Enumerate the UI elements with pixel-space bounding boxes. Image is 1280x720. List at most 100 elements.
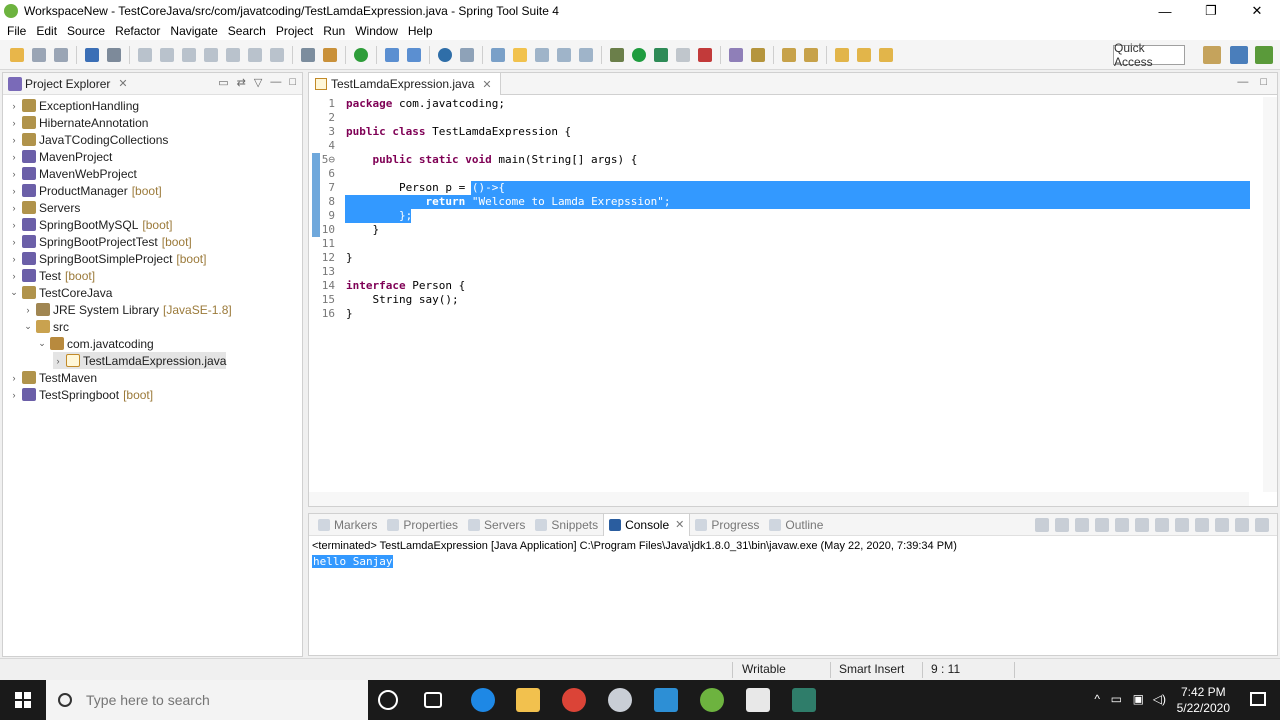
step-return-icon[interactable] xyxy=(270,47,284,62)
menu-window[interactable]: Window xyxy=(350,24,403,38)
tree-item-servers[interactable]: › Servers xyxy=(9,199,81,216)
tree-item-testlamdaexpression-java[interactable]: › TestLamdaExpression.java xyxy=(53,352,227,369)
tree-item-test[interactable]: › Test [boot] xyxy=(9,267,96,284)
open-perspective-icon[interactable] xyxy=(729,47,743,62)
tree-item-testmaven[interactable]: › TestMaven xyxy=(9,369,98,386)
show-console-on-output-icon[interactable] xyxy=(1155,518,1169,532)
tree-item-productmanager[interactable]: › ProductManager [boot] xyxy=(9,182,162,199)
open-web-browser-icon[interactable] xyxy=(438,47,452,62)
display-selected-console-icon[interactable] xyxy=(1195,518,1209,532)
tree-item-springbootprojecttest[interactable]: › SpringBootProjectTest [boot] xyxy=(9,233,192,250)
toggle-mark-occurrences-icon[interactable] xyxy=(491,47,505,62)
tab-snippets[interactable]: Snippets xyxy=(530,518,603,532)
editor-horizontal-scrollbar[interactable] xyxy=(309,492,1249,506)
tree-item-package[interactable]: ⌄ com.javatcoding xyxy=(37,335,154,352)
minimize-panel-icon[interactable] xyxy=(1235,518,1249,532)
edge-browser-icon[interactable] xyxy=(471,688,495,712)
last-edit-location-icon[interactable] xyxy=(835,47,849,62)
menu-edit[interactable]: Edit xyxy=(31,24,62,38)
menu-navigate[interactable]: Navigate xyxy=(165,24,222,38)
spring-tool-suite-taskbar-icon[interactable] xyxy=(700,688,724,712)
start-button[interactable] xyxy=(0,680,46,720)
open-console-icon[interactable] xyxy=(1215,518,1229,532)
save-all-icon[interactable] xyxy=(54,47,68,62)
word-wrap-icon[interactable] xyxy=(1135,518,1149,532)
toggle-word-wrap-icon[interactable] xyxy=(557,47,571,62)
notifications-icon[interactable] xyxy=(1250,692,1266,706)
editor-vertical-scrollbar[interactable] xyxy=(1263,97,1277,492)
toggle-highlight-icon[interactable] xyxy=(513,47,527,62)
pin-console-icon[interactable] xyxy=(1175,518,1189,532)
terminate-console-icon[interactable] xyxy=(1055,518,1069,532)
tab-console[interactable]: Console ✕ xyxy=(603,513,691,536)
volume-icon[interactable]: ◁) xyxy=(1153,692,1166,706)
menu-source[interactable]: Source xyxy=(62,24,110,38)
tree-item-springbootmysql[interactable]: › SpringBootMySQL [boot] xyxy=(9,216,173,233)
skip-breakpoints-icon[interactable] xyxy=(107,47,121,62)
toggle-block-selection-icon[interactable] xyxy=(535,47,549,62)
terminate-icon[interactable] xyxy=(182,47,196,62)
project-explorer-title[interactable]: Project Explorer xyxy=(25,77,110,91)
resume-icon[interactable] xyxy=(138,47,152,62)
maximize-panel-icon[interactable] xyxy=(1255,518,1269,532)
tab-markers[interactable]: Markers xyxy=(313,518,382,532)
tree-item-exceptionhandling[interactable]: › ExceptionHandling xyxy=(9,97,140,114)
open-perspective-button-icon[interactable] xyxy=(1203,46,1221,64)
scroll-lock-icon[interactable] xyxy=(1115,518,1129,532)
menu-help[interactable]: Help xyxy=(403,24,438,38)
tree-item-jre-system-library[interactable]: › JRE System Library [JavaSE-1.8] xyxy=(23,301,232,318)
new-java-project-icon[interactable] xyxy=(385,47,399,62)
show-hidden-icons-icon[interactable]: ^ xyxy=(1094,692,1100,706)
save-icon[interactable] xyxy=(32,47,46,62)
format-icon[interactable] xyxy=(301,47,315,62)
maximize-view-icon[interactable]: □ xyxy=(289,76,296,89)
previous-annotation-icon[interactable] xyxy=(804,47,818,62)
clear-console-icon[interactable] xyxy=(1095,518,1109,532)
menu-refactor[interactable]: Refactor xyxy=(110,24,165,38)
tab-servers[interactable]: Servers xyxy=(463,518,530,532)
close-window-button[interactable]: ✕ xyxy=(1234,0,1280,22)
stop-icon[interactable] xyxy=(698,47,712,62)
network-icon[interactable]: ▣ xyxy=(1133,692,1144,706)
remote-desktop-icon[interactable] xyxy=(654,688,678,712)
coverage-icon[interactable] xyxy=(654,47,668,62)
chrome-icon[interactable] xyxy=(562,688,586,712)
menu-file[interactable]: File xyxy=(2,24,31,38)
link-with-editor-icon[interactable]: ⇄ xyxy=(237,76,246,89)
step-into-icon[interactable] xyxy=(226,47,240,62)
cortana-icon[interactable] xyxy=(378,690,398,710)
build-icon[interactable] xyxy=(323,47,337,62)
tree-item-src[interactable]: ⌄ src xyxy=(23,318,69,335)
terminal-icon[interactable] xyxy=(85,47,99,62)
tree-item-testspringboot[interactable]: › TestSpringboot [boot] xyxy=(9,386,154,403)
tree-item-hibernateannotation[interactable]: › HibernateAnnotation xyxy=(9,114,149,131)
remove-all-terminated-icon[interactable] xyxy=(1075,518,1089,532)
taskbar-search-input[interactable] xyxy=(86,692,346,708)
open-type-icon[interactable] xyxy=(460,47,474,62)
settings-gear-icon[interactable] xyxy=(608,688,632,712)
remove-launch-icon[interactable] xyxy=(1035,518,1049,532)
minimize-view-icon[interactable]: — xyxy=(270,76,281,89)
show-whitespace-icon[interactable] xyxy=(579,47,593,62)
close-console-icon[interactable]: ✕ xyxy=(675,518,684,531)
java-ee-perspective-icon[interactable] xyxy=(1230,46,1248,64)
suspend-icon[interactable] xyxy=(160,47,174,62)
menu-project[interactable]: Project xyxy=(271,24,318,38)
media-app-icon[interactable] xyxy=(792,688,816,712)
collapse-all-icon[interactable]: ▭ xyxy=(218,76,228,89)
file-explorer-icon[interactable] xyxy=(516,688,540,712)
maximize-editor-icon[interactable]: □ xyxy=(1260,76,1267,88)
tree-item-mavenproject[interactable]: › MavenProject xyxy=(9,148,113,165)
notepad-icon[interactable] xyxy=(746,688,770,712)
step-over-icon[interactable] xyxy=(248,47,262,62)
tab-progress[interactable]: Progress xyxy=(690,518,764,532)
disconnect-icon[interactable] xyxy=(204,47,218,62)
external-tools-icon[interactable] xyxy=(676,47,690,62)
search-tool-icon[interactable] xyxy=(751,47,765,62)
minimize-editor-icon[interactable]: — xyxy=(1237,76,1248,88)
close-tab-icon[interactable]: ✕ xyxy=(482,78,491,91)
editor-tab-testlamdaexpression[interactable]: TestLamdaExpression.java ✕ xyxy=(309,73,501,95)
tab-properties[interactable]: Properties xyxy=(382,518,463,532)
view-menu-icon[interactable]: ▽ xyxy=(254,76,262,89)
taskbar-clock[interactable]: 7:42 PM 5/22/2020 xyxy=(1177,684,1230,716)
